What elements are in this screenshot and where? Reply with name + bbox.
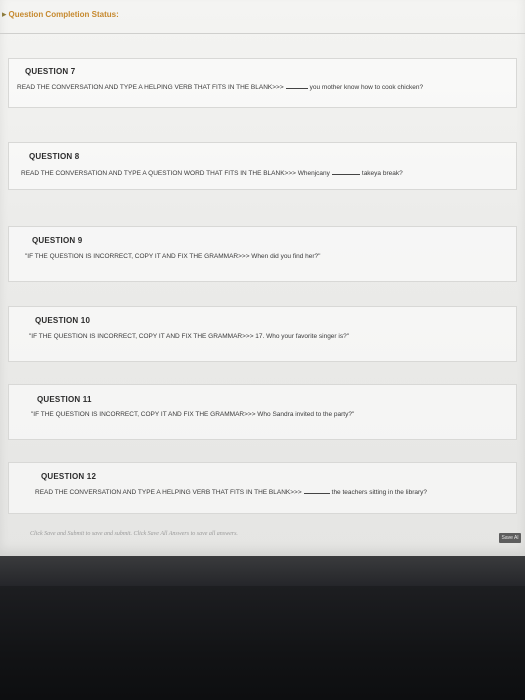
question-prompt: READ THE CONVERSATION AND TYPE A HELPING… <box>17 84 423 91</box>
divider <box>0 33 525 34</box>
answer-blank[interactable] <box>303 493 330 494</box>
browser-screen: ▸ Question Completion Status: QUESTION 7… <box>0 0 525 556</box>
question-8: QUESTION 8 READ THE CONVERSATION AND TYP… <box>8 142 517 190</box>
question-10: QUESTION 10 "IF THE QUESTION IS INCORREC… <box>8 306 517 362</box>
photo-of-screen: ▸ Question Completion Status: QUESTION 7… <box>0 0 525 700</box>
save-all-answers-button[interactable]: Save Al <box>499 533 521 543</box>
prompt-after: takeya break? <box>361 170 403 177</box>
prompt-before: READ THE CONVERSATION AND TYPE A HELPING… <box>17 84 284 91</box>
question-prompt: READ THE CONVERSATION AND TYPE A QUESTIO… <box>21 170 403 177</box>
question-prompt: "IF THE QUESTION IS INCORRECT, COPY IT A… <box>31 411 355 418</box>
question-12: QUESTION 12 READ THE CONVERSATION AND TY… <box>8 462 517 514</box>
question-completion-status[interactable]: ▸ Question Completion Status: <box>0 0 525 28</box>
answer-blank[interactable] <box>331 174 360 175</box>
question-prompt: "IF THE QUESTION IS INCORRECT, COPY IT A… <box>29 333 350 340</box>
prompt-after: you mother know how to cook chicken? <box>309 84 424 91</box>
question-title: QUESTION 10 <box>35 316 91 325</box>
answer-blank[interactable] <box>285 88 308 89</box>
question-title: QUESTION 11 <box>37 395 92 404</box>
monitor-bezel <box>0 556 525 586</box>
question-7: QUESTION 7 READ THE CONVERSATION AND TYP… <box>8 58 517 108</box>
monitor-base <box>0 586 525 700</box>
question-prompt: "IF THE QUESTION IS INCORRECT, COPY IT A… <box>25 253 321 260</box>
prompt-before: READ THE CONVERSATION AND TYPE A HELPING… <box>35 489 302 496</box>
question-prompt: READ THE CONVERSATION AND TYPE A HELPING… <box>35 489 427 496</box>
question-title: QUESTION 8 <box>29 152 80 161</box>
caret-icon[interactable]: ▸ <box>2 9 7 20</box>
question-9: QUESTION 9 "IF THE QUESTION IS INCORRECT… <box>8 226 517 282</box>
save-instructions: Click Save and Submit to save and submit… <box>30 531 238 537</box>
status-label: Question Completion Status: <box>8 9 119 19</box>
question-title: QUESTION 12 <box>41 472 97 481</box>
question-title: QUESTION 7 <box>25 67 76 76</box>
question-title: QUESTION 9 <box>32 236 83 245</box>
question-11: QUESTION 11 "IF THE QUESTION IS INCORREC… <box>8 384 517 440</box>
prompt-after: the teachers sitting in the library? <box>331 489 428 496</box>
prompt-before: READ THE CONVERSATION AND TYPE A QUESTIO… <box>21 170 330 177</box>
